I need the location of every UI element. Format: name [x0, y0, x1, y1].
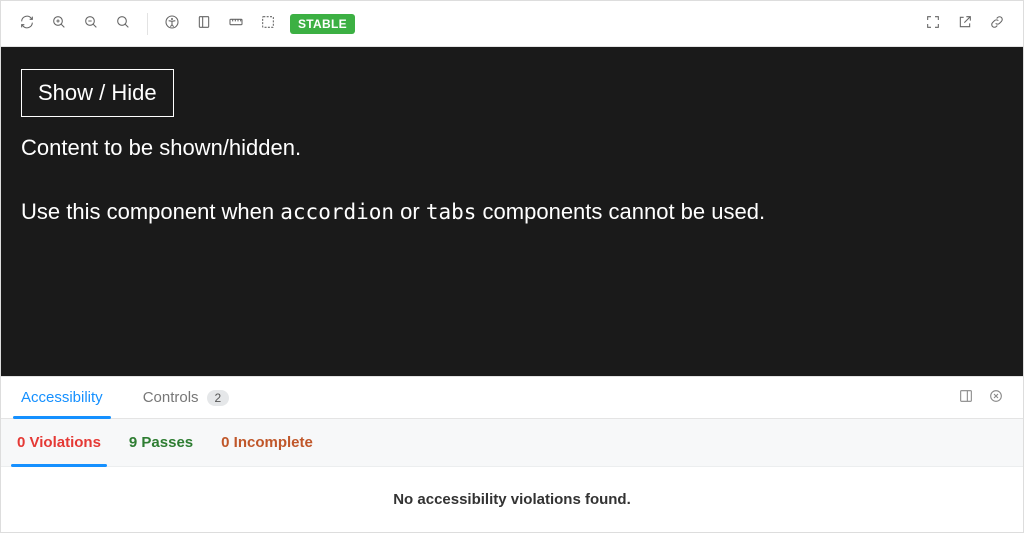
- addons-orientation-button[interactable]: [951, 383, 981, 413]
- tab-controls[interactable]: Controls 2: [135, 377, 238, 418]
- hint-code-2: tabs: [426, 200, 477, 224]
- show-hide-button[interactable]: Show / Hide: [21, 69, 174, 117]
- accessibility-icon: [164, 14, 180, 33]
- viewport-tool-button[interactable]: [188, 8, 220, 40]
- close-circle-icon: [988, 388, 1004, 407]
- addons-hide-button[interactable]: [981, 383, 1011, 413]
- outline-tool-button[interactable]: [252, 8, 284, 40]
- sync-icon: [19, 14, 35, 33]
- outline-icon: [260, 14, 276, 33]
- storybook-root: STABLE Show / Hide Content to be shown/h…: [0, 0, 1024, 533]
- open-new-tab-button[interactable]: [949, 8, 981, 40]
- zoom-out-icon: [83, 14, 99, 33]
- ruler-icon: [228, 14, 244, 33]
- link-icon: [989, 14, 1005, 33]
- remount-button[interactable]: [11, 8, 43, 40]
- a11y-tab-incomplete[interactable]: 0 Incomplete: [221, 419, 313, 466]
- zoom-reset-icon: [115, 14, 131, 33]
- hint-mid: or: [394, 199, 426, 224]
- addons-panel: Accessibility Controls 2 0 Violations 9 …: [1, 376, 1023, 532]
- a11y-tab-passes[interactable]: 9 Passes: [129, 419, 193, 466]
- storybook-toolbar: STABLE: [1, 1, 1023, 47]
- toolbar-separator: [147, 13, 148, 35]
- preview-content-text: Content to be shown/hidden.: [21, 135, 1003, 161]
- zoom-in-icon: [51, 14, 67, 33]
- accessibility-result-tabs: 0 Violations 9 Passes 0 Incomplete: [1, 419, 1023, 467]
- hint-suffix: components cannot be used.: [476, 199, 765, 224]
- viewport-icon: [196, 14, 212, 33]
- a11y-tab-violations[interactable]: 0 Violations: [17, 419, 101, 466]
- hint-prefix: Use this component when: [21, 199, 280, 224]
- zoom-in-button[interactable]: [43, 8, 75, 40]
- tab-accessibility[interactable]: Accessibility: [13, 377, 111, 418]
- accessibility-tool-button[interactable]: [156, 8, 188, 40]
- zoom-out-button[interactable]: [75, 8, 107, 40]
- preview-canvas: Show / Hide Content to be shown/hidden. …: [1, 47, 1023, 376]
- hint-code-1: accordion: [280, 200, 394, 224]
- tab-label: Controls: [143, 389, 199, 406]
- measure-tool-button[interactable]: [220, 8, 252, 40]
- tab-count-badge: 2: [207, 390, 230, 406]
- accessibility-empty-state: No accessibility violations found.: [1, 467, 1023, 532]
- addons-tab-bar: Accessibility Controls 2: [1, 377, 1023, 419]
- zoom-reset-button[interactable]: [107, 8, 139, 40]
- empty-message: No accessibility violations found.: [393, 491, 631, 508]
- status-badge: STABLE: [290, 14, 355, 34]
- preview-hint-text: Use this component when accordion or tab…: [21, 199, 1003, 225]
- open-external-icon: [957, 14, 973, 33]
- copy-link-button[interactable]: [981, 8, 1013, 40]
- fullscreen-icon: [925, 14, 941, 33]
- tab-label: Accessibility: [21, 389, 103, 406]
- fullscreen-button[interactable]: [917, 8, 949, 40]
- panel-side-icon: [958, 388, 974, 407]
